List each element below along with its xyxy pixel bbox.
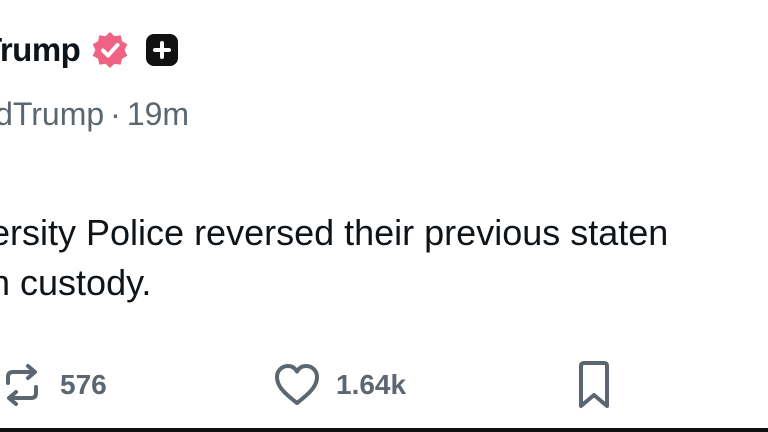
author-meta: ldTrump·19m [0,96,189,133]
post-card: Trump ldTrump·19m ersity Police reversed… [0,0,768,432]
like-button[interactable]: 1.64k [272,355,406,415]
author-handle[interactable]: ldTrump [0,96,104,132]
bookmark-button[interactable] [574,355,614,415]
bookmark-icon [574,360,614,410]
post-header: Trump [0,30,180,70]
like-count: 1.64k [336,369,407,400]
post-text: ersity Police reversed their previous st… [0,212,669,303]
verified-badge-icon [90,30,130,70]
repost-button[interactable]: 576 [0,355,107,415]
post-actions: 576 1.64k [0,355,768,415]
post-timestamp[interactable]: 19m [127,96,189,132]
repost-icon [0,361,46,409]
repost-count: 576 [60,369,107,400]
meta-separator: · [110,96,121,132]
bottom-edge-bar [0,428,768,432]
heart-icon [272,361,322,409]
plus-square-icon[interactable] [144,32,180,68]
author-display-name[interactable]: Trump [0,31,81,69]
